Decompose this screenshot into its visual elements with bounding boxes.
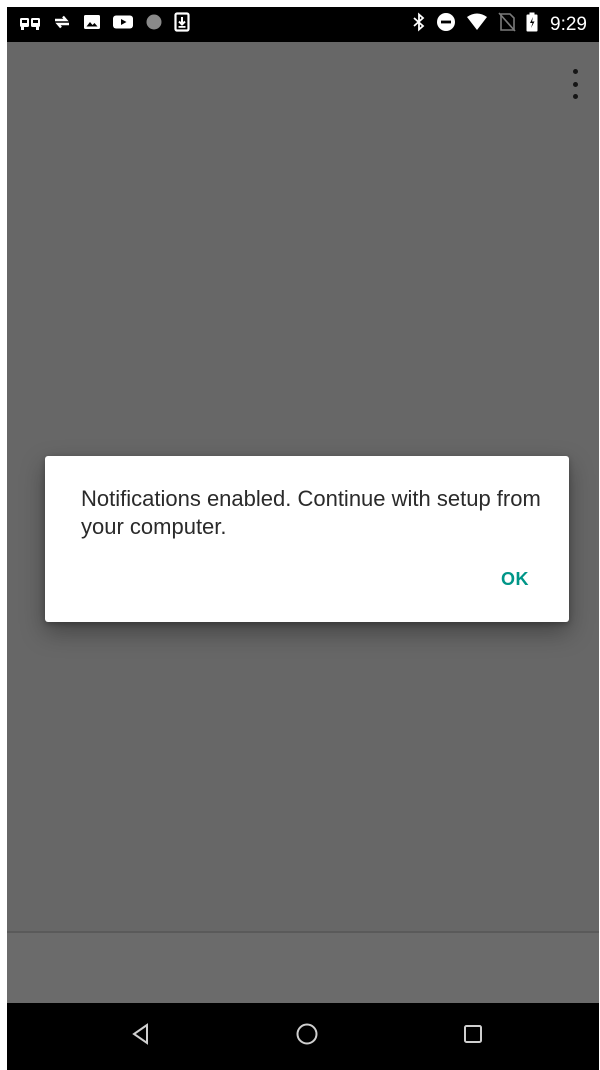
recents-button[interactable]: [443, 1003, 503, 1070]
notification-dialog: Notifications enabled. Continue with set…: [45, 456, 569, 622]
sync-icon: [52, 13, 72, 36]
recents-icon: [463, 1024, 483, 1049]
cars-icon: [19, 13, 41, 36]
circle-icon: [145, 13, 163, 36]
overflow-dot: [572, 94, 578, 99]
no-sim-icon: [498, 12, 516, 37]
status-bar: 9:29: [7, 7, 599, 42]
image-icon: [83, 13, 101, 36]
overflow-dot: [572, 69, 578, 74]
wifi-icon: [466, 12, 488, 37]
overflow-dot: [572, 81, 578, 87]
more-vert-icon[interactable]: [565, 69, 585, 99]
navigation-bar: [7, 1003, 599, 1070]
bottom-bar: [7, 933, 599, 1003]
home-icon: [295, 1022, 319, 1051]
youtube-icon: [112, 13, 134, 36]
screen: 9:29 Notifications enabled. Continue wit…: [7, 7, 599, 1070]
status-time: 9:29: [550, 13, 587, 35]
battery-icon: [526, 12, 538, 37]
system-icons: 9:29: [412, 7, 587, 42]
back-icon: [131, 1023, 151, 1050]
back-button[interactable]: [111, 1003, 171, 1070]
bluetooth-icon: [412, 12, 426, 37]
dialog-message: Notifications enabled. Continue with set…: [81, 486, 541, 539]
do-not-disturb-icon: [436, 12, 456, 37]
ok-button[interactable]: OK: [501, 569, 529, 590]
notification-icons: [19, 7, 190, 42]
download-icon: [174, 12, 190, 37]
home-button[interactable]: [277, 1003, 337, 1070]
